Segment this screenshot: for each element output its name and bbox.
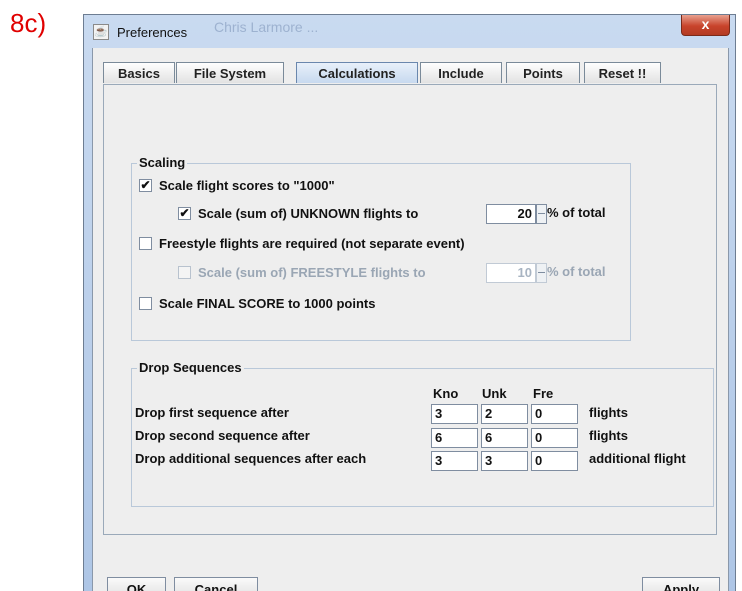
freestyle-required-label: Freestyle flights are required (not sepa… bbox=[159, 236, 465, 251]
freestyle-percent-spinner[interactable] bbox=[536, 263, 547, 283]
column-header-fre: Fre bbox=[533, 386, 554, 401]
tab-file-system[interactable]: File System bbox=[176, 62, 284, 83]
background-window-title: Chris Larmore ... bbox=[214, 19, 319, 35]
unknown-percent-field[interactable]: 20 bbox=[486, 204, 536, 224]
drop-additional-suffix: additional flight bbox=[589, 451, 686, 466]
window-title: Preferences bbox=[117, 25, 188, 40]
drop-additional-kno-field[interactable]: 3 bbox=[431, 451, 478, 471]
drop-additional-unk-field[interactable]: 3 bbox=[481, 451, 528, 471]
apply-button[interactable]: Apply bbox=[642, 577, 720, 591]
drop-additional-label: Drop additional sequences after each bbox=[135, 451, 367, 466]
scale-freestyle-checkbox[interactable] bbox=[178, 266, 191, 279]
drop-second-unk-field[interactable]: 6 bbox=[481, 428, 528, 448]
column-header-unk: Unk bbox=[482, 386, 507, 401]
column-header-kno: Kno bbox=[433, 386, 459, 401]
dialog-client-area: Basics File System Calculations Include … bbox=[92, 48, 729, 591]
freestyle-percent-field[interactable]: 10 bbox=[486, 263, 536, 283]
java-app-icon: ☕ bbox=[93, 24, 109, 40]
drop-additional-fre-field[interactable]: 0 bbox=[531, 451, 578, 471]
tab-calculations[interactable]: Calculations bbox=[296, 62, 418, 83]
scaling-group-title: Scaling bbox=[137, 155, 188, 170]
freestyle-percent-suffix: % of total bbox=[547, 264, 606, 279]
drop-second-kno-field[interactable]: 6 bbox=[431, 428, 478, 448]
scale-final-label: Scale FINAL SCORE to 1000 points bbox=[159, 296, 376, 311]
drop-first-unk-field[interactable]: 2 bbox=[481, 404, 528, 424]
close-button[interactable]: x bbox=[681, 15, 730, 36]
drop-first-label: Drop first sequence after bbox=[135, 405, 289, 420]
tab-include[interactable]: Include bbox=[420, 62, 502, 83]
tab-points[interactable]: Points bbox=[506, 62, 580, 83]
drop-first-suffix: flights bbox=[589, 405, 628, 420]
drop-sequences-group: Drop Sequences Kno Unk Fre Drop first se… bbox=[131, 360, 714, 507]
scale-unknown-label: Scale (sum of) UNKNOWN flights to bbox=[198, 206, 419, 221]
drop-first-kno-field[interactable]: 3 bbox=[431, 404, 478, 424]
tab-basics[interactable]: Basics bbox=[103, 62, 175, 83]
drop-sequences-group-title: Drop Sequences bbox=[137, 360, 244, 375]
drop-first-fre-field[interactable]: 0 bbox=[531, 404, 578, 424]
scale-flight-scores-label: Scale flight scores to "1000" bbox=[159, 178, 335, 193]
tab-reset[interactable]: Reset !! bbox=[584, 62, 661, 83]
figure-label: 8c) bbox=[10, 8, 47, 38]
cancel-button[interactable]: Cancel bbox=[174, 577, 258, 591]
unknown-percent-spinner[interactable] bbox=[536, 204, 547, 224]
scaling-group: Scaling ✔ Scale flight scores to "1000" … bbox=[131, 155, 631, 341]
ok-button[interactable]: OK bbox=[107, 577, 166, 591]
freestyle-required-checkbox[interactable] bbox=[139, 237, 152, 250]
scale-flight-scores-checkbox[interactable]: ✔ bbox=[139, 179, 152, 192]
unknown-percent-suffix: % of total bbox=[547, 205, 606, 220]
drop-second-fre-field[interactable]: 0 bbox=[531, 428, 578, 448]
preferences-window: ☕ Preferences Chris Larmore ... x Basics… bbox=[83, 14, 736, 591]
scale-freestyle-label: Scale (sum of) FREESTYLE flights to bbox=[198, 265, 426, 280]
drop-second-label: Drop second sequence after bbox=[135, 428, 310, 443]
title-bar[interactable]: ☕ Preferences Chris Larmore ... x bbox=[84, 15, 735, 47]
scale-final-checkbox[interactable] bbox=[139, 297, 152, 310]
drop-second-suffix: flights bbox=[589, 428, 628, 443]
calculations-panel: Scaling ✔ Scale flight scores to "1000" … bbox=[103, 84, 717, 535]
scale-unknown-checkbox[interactable]: ✔ bbox=[178, 207, 191, 220]
